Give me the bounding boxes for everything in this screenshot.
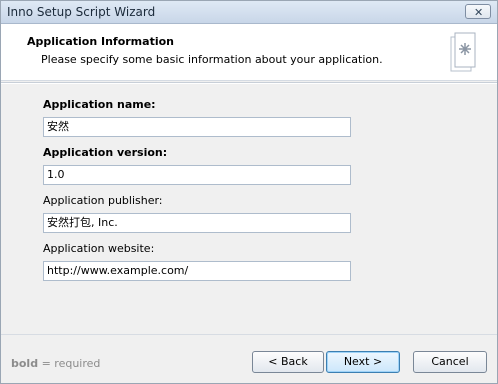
app-name-label: Application name: <box>43 98 156 111</box>
app-publisher-label: Application publisher: <box>43 194 163 207</box>
page-title: Application Information <box>27 35 174 48</box>
app-version-label: Application version: <box>43 146 168 159</box>
wizard-window: Inno Setup Script Wizard ✕ Application I… <box>0 0 498 384</box>
required-legend: bold = required <box>11 357 100 370</box>
application-info-form: Application name: 安然 Application version… <box>1 83 497 333</box>
cancel-button[interactable]: Cancel <box>413 351 487 373</box>
wizard-page-icon <box>450 32 476 72</box>
app-publisher-field[interactable]: 安然打包, Inc. <box>43 213 351 233</box>
close-icon: ✕ <box>474 6 484 19</box>
title-bar: Inno Setup Script Wizard ✕ <box>1 1 497 24</box>
app-website-label: Application website: <box>43 242 155 255</box>
page-subtitle: Please specify some basic information ab… <box>41 53 383 66</box>
footer-divider <box>1 334 497 335</box>
legend-bold-word: bold <box>11 357 39 370</box>
close-button[interactable]: ✕ <box>465 4 491 19</box>
next-button[interactable]: Next > <box>326 351 400 373</box>
app-version-field[interactable]: 1.0 <box>43 165 351 185</box>
legend-rest: = required <box>38 357 101 370</box>
back-button[interactable]: < Back <box>252 351 324 373</box>
window-title: Inno Setup Script Wizard <box>7 5 156 19</box>
app-name-field[interactable]: 安然 <box>43 117 351 137</box>
wizard-header: Application Information Please specify s… <box>1 24 497 81</box>
app-website-field[interactable]: http://www.example.com/ <box>43 261 351 281</box>
